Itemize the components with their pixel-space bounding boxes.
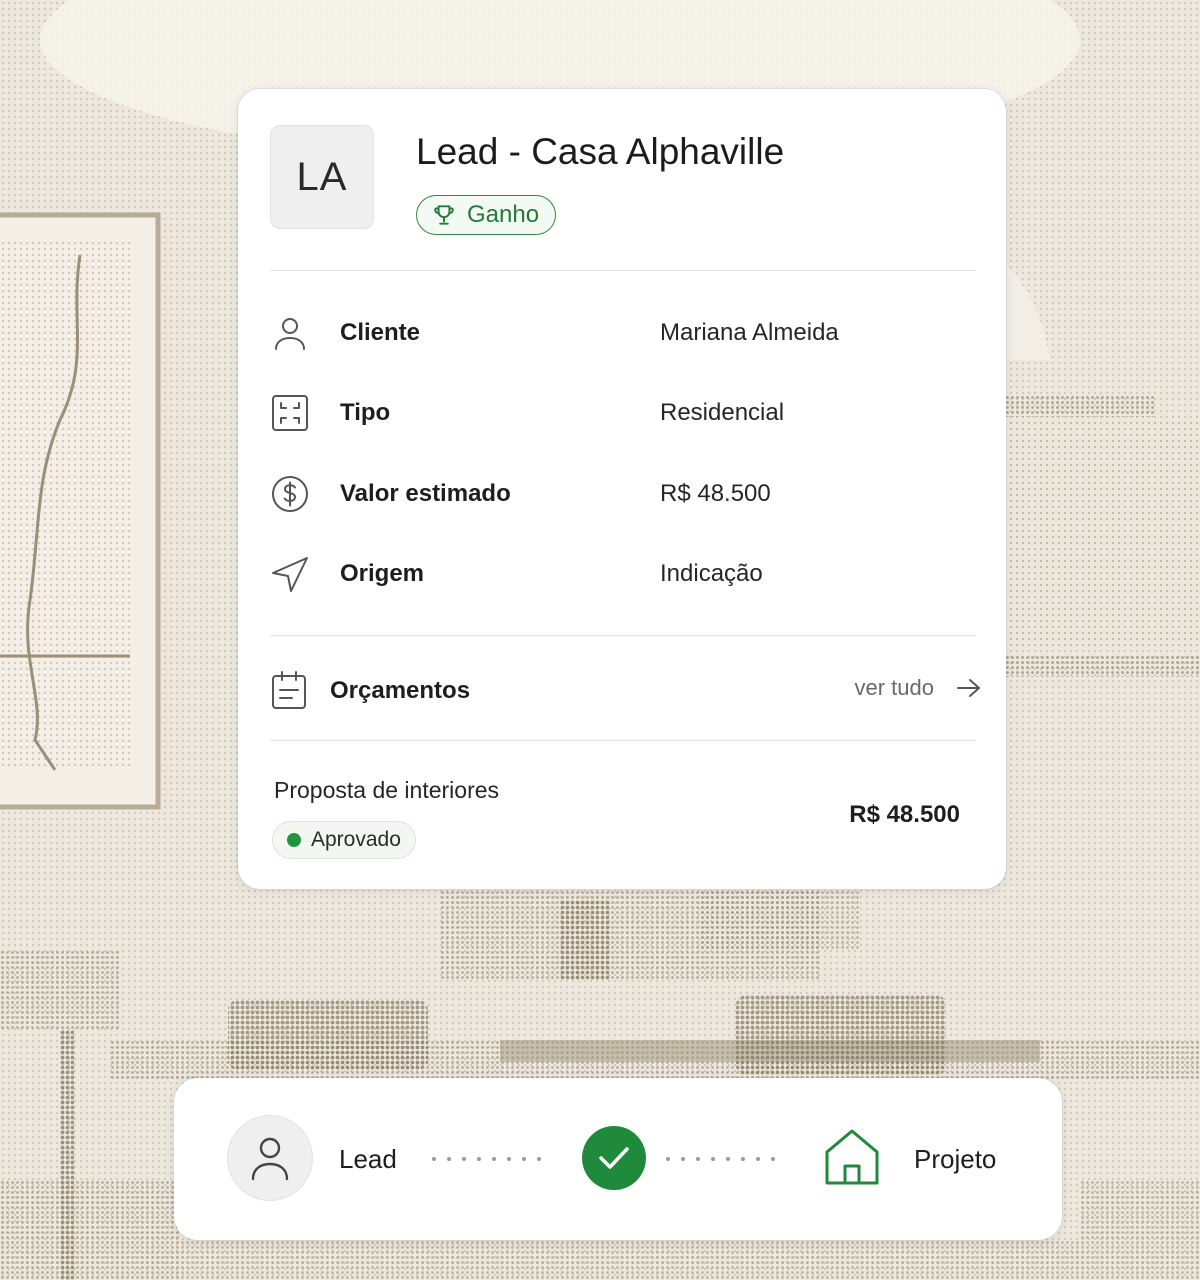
- flow-connector-left: [432, 1157, 541, 1163]
- lead-status-badge: Ganho: [416, 195, 557, 235]
- send-arrow-icon: [272, 557, 308, 592]
- lead-avatar: LA: [270, 125, 374, 229]
- lead-card: LA Lead - Casa Alphaville Ganho Cliente …: [238, 89, 1006, 889]
- status-dot-icon: [287, 833, 301, 847]
- field-row-tipo: Tipo Residencial: [270, 389, 976, 437]
- clipboard-icon: [272, 671, 306, 709]
- flow-lead-avatar: [227, 1115, 313, 1201]
- field-label: Valor estimado: [340, 480, 511, 507]
- field-value: R$ 48.500: [660, 480, 771, 507]
- lead-title: Lead - Casa Alphaville: [416, 131, 785, 172]
- user-icon: [275, 318, 305, 350]
- divider: [270, 270, 976, 271]
- field-label: Tipo: [340, 399, 391, 426]
- field-label: Origem: [340, 560, 425, 587]
- lead-status-label: Ganho: [467, 201, 540, 228]
- field-row-origem: Origem Indicação: [270, 550, 976, 598]
- quotes-header: Orçamentos ver tudo: [270, 665, 982, 715]
- dollar-circle-icon: [272, 476, 308, 512]
- building-type-icon: [272, 395, 308, 431]
- field-value: Residencial: [660, 399, 785, 426]
- quote-status-label: Aprovado: [311, 828, 401, 851]
- field-row-cliente: Cliente Mariana Almeida: [270, 309, 976, 357]
- quote-amount: R$ 48.500: [849, 801, 960, 828]
- see-all-label: ver tudo: [854, 675, 935, 700]
- quotes-title: Orçamentos: [330, 677, 471, 704]
- user-icon: [251, 1137, 289, 1181]
- arrow-right-icon: [957, 679, 980, 697]
- field-value: Indicação: [660, 560, 763, 587]
- flow-from-label: Lead: [339, 1144, 397, 1174]
- flow-connector-right: [666, 1157, 775, 1163]
- divider: [270, 740, 976, 741]
- flow-to-label: Projeto: [914, 1144, 997, 1174]
- check-icon: [599, 1147, 629, 1169]
- quote-name: Proposta de interiores: [274, 777, 500, 803]
- trophy-icon: [434, 205, 454, 225]
- quote-status-badge: Aprovado: [272, 821, 416, 859]
- divider: [270, 635, 976, 636]
- field-row-valor-estimado: Valor estimado R$ 48.500: [270, 470, 976, 518]
- flow-success-marker: [582, 1126, 646, 1190]
- conversion-flow-card: Lead Projeto: [174, 1078, 1062, 1240]
- house-icon: [825, 1129, 879, 1185]
- see-all-link[interactable]: ver tudo: [855, 675, 983, 701]
- field-value: Mariana Almeida: [660, 319, 839, 346]
- field-label: Cliente: [340, 319, 421, 346]
